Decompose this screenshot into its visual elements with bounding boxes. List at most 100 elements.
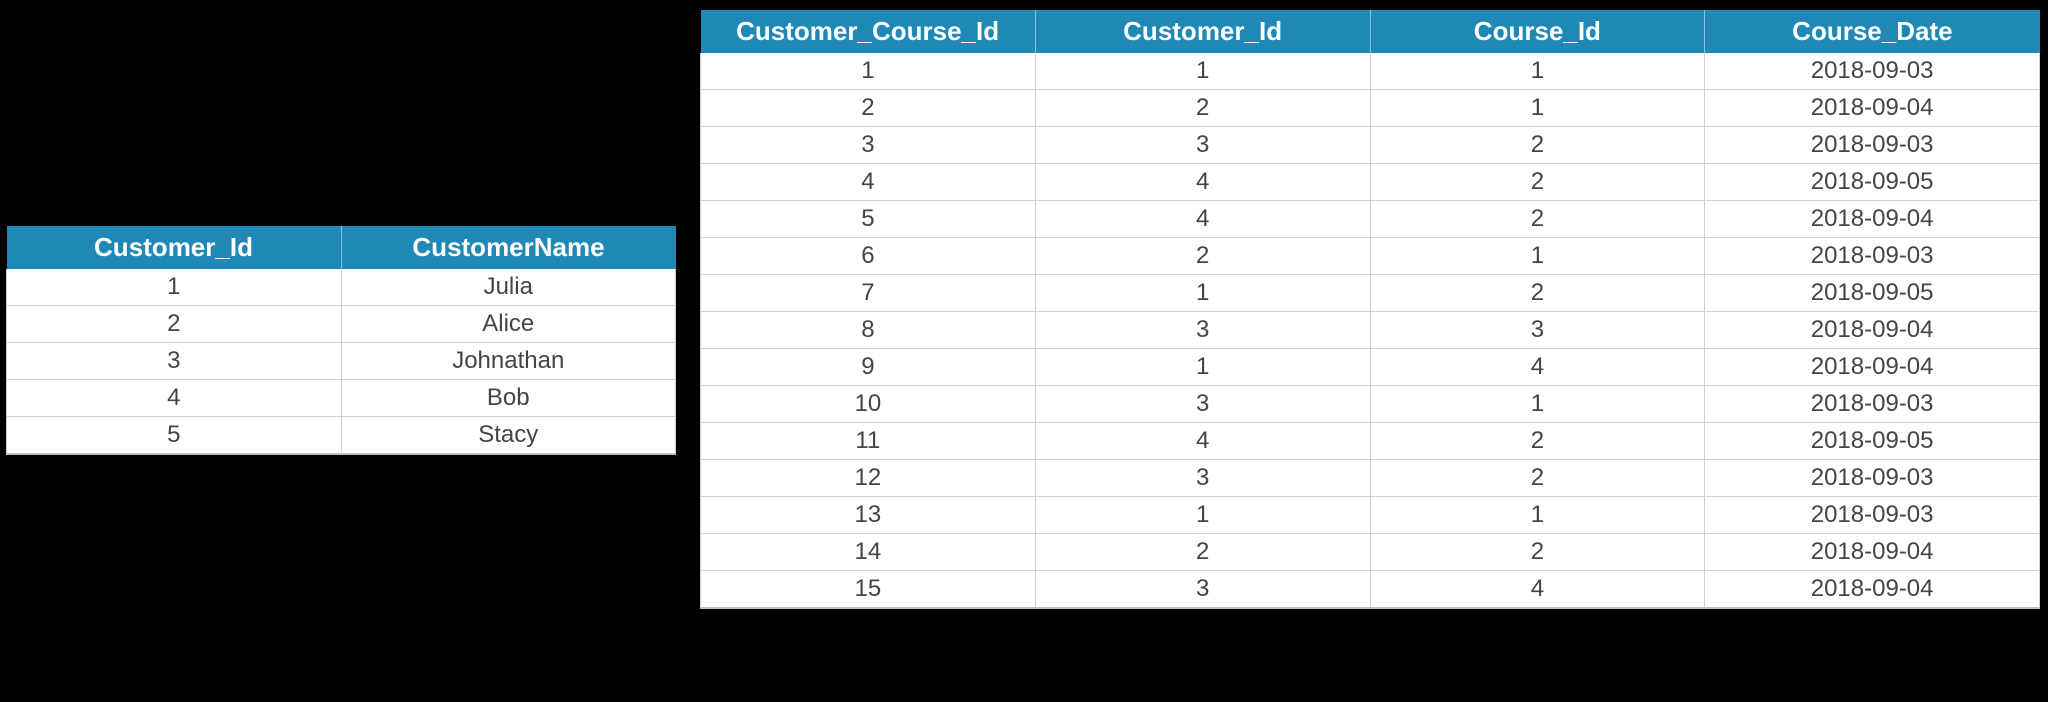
table-cell: 3 <box>1035 127 1370 164</box>
table-cell: 3 <box>1370 312 1705 349</box>
table-cell: 2 <box>1370 127 1705 164</box>
table-cell: 4 <box>1370 571 1705 609</box>
table-cell: 2018-09-04 <box>1705 349 2040 386</box>
table-cell: 2018-09-04 <box>1705 571 2040 609</box>
customer-course-table-head: Customer_Course_Id Customer_Id Course_Id… <box>701 10 2040 53</box>
table-cell: 2 <box>1370 275 1705 312</box>
table-cell: Johnathan <box>341 343 676 380</box>
table-cell: 3 <box>701 127 1036 164</box>
table-row: 13112018-09-03 <box>701 497 2040 534</box>
table-row: 4422018-09-05 <box>701 164 2040 201</box>
table-row: 3Johnathan <box>7 343 676 380</box>
table-cell: 2 <box>701 90 1036 127</box>
table-cell: 1 <box>1035 53 1370 90</box>
table-cell: 2018-09-03 <box>1705 497 2040 534</box>
table-row: 9142018-09-04 <box>701 349 2040 386</box>
table-cell: 2 <box>7 306 342 343</box>
table-cell: 10 <box>701 386 1036 423</box>
course-header-date: Course_Date <box>1705 10 2040 53</box>
table-cell: 13 <box>701 497 1036 534</box>
table-cell: 2018-09-03 <box>1705 386 2040 423</box>
table-cell: 2018-09-03 <box>1705 460 2040 497</box>
table-cell: 3 <box>1035 386 1370 423</box>
table-cell: 2018-09-05 <box>1705 423 2040 460</box>
table-cell: 5 <box>7 417 342 455</box>
table-cell: 1 <box>1370 53 1705 90</box>
table-row: 11422018-09-05 <box>701 423 2040 460</box>
table-cell: 11 <box>701 423 1036 460</box>
table-cell: 2 <box>1035 238 1370 275</box>
table-cell: 3 <box>7 343 342 380</box>
table-cell: 4 <box>1370 349 1705 386</box>
table-row: 7122018-09-05 <box>701 275 2040 312</box>
table-cell: 3 <box>1035 460 1370 497</box>
table-row: 2212018-09-04 <box>701 90 2040 127</box>
customers-table-head: Customer_Id CustomerName <box>7 226 676 269</box>
table-row: 5Stacy <box>7 417 676 455</box>
table-cell: 3 <box>1035 571 1370 609</box>
table-header-row: Customer_Course_Id Customer_Id Course_Id… <box>701 10 2040 53</box>
table-row: 10312018-09-03 <box>701 386 2040 423</box>
table-header-row: Customer_Id CustomerName <box>7 226 676 269</box>
table-cell: 4 <box>1035 423 1370 460</box>
table-cell: 1 <box>1370 497 1705 534</box>
table-cell: 2018-09-04 <box>1705 90 2040 127</box>
course-header-ccid: Customer_Course_Id <box>701 10 1036 53</box>
table-cell: 2 <box>1370 534 1705 571</box>
table-row: 2Alice <box>7 306 676 343</box>
table-cell: 6 <box>701 238 1036 275</box>
table-cell: 4 <box>1035 201 1370 238</box>
table-cell: 4 <box>1035 164 1370 201</box>
course-header-custid: Customer_Id <box>1035 10 1370 53</box>
table-cell: 8 <box>701 312 1036 349</box>
table-cell: Julia <box>341 269 676 306</box>
table-row: 5422018-09-04 <box>701 201 2040 238</box>
table-cell: 1 <box>1035 497 1370 534</box>
table-cell: 2 <box>1370 164 1705 201</box>
table-row: 1Julia <box>7 269 676 306</box>
table-cell: 1 <box>1035 275 1370 312</box>
page: Customer_Id CustomerName 1Julia2Alice3Jo… <box>0 0 2048 702</box>
customer-course-table: Customer_Course_Id Customer_Id Course_Id… <box>700 10 2040 609</box>
customers-table-body: 1Julia2Alice3Johnathan4Bob5Stacy <box>7 269 676 454</box>
table-cell: 2 <box>1370 460 1705 497</box>
table-cell: 9 <box>701 349 1036 386</box>
table-cell: 1 <box>1370 386 1705 423</box>
table-cell: 2018-09-05 <box>1705 275 2040 312</box>
table-cell: 1 <box>1035 349 1370 386</box>
table-row: 8332018-09-04 <box>701 312 2040 349</box>
table-cell: Bob <box>341 380 676 417</box>
table-cell: 2018-09-04 <box>1705 534 2040 571</box>
table-row: 6212018-09-03 <box>701 238 2040 275</box>
customers-header-id: Customer_Id <box>7 226 342 269</box>
table-cell: 3 <box>1035 312 1370 349</box>
table-cell: 2018-09-03 <box>1705 238 2040 275</box>
table-cell: 14 <box>701 534 1036 571</box>
table-cell: 2018-09-03 <box>1705 127 2040 164</box>
table-cell: 2 <box>1370 201 1705 238</box>
table-cell: 7 <box>701 275 1036 312</box>
table-cell: 12 <box>701 460 1036 497</box>
customer-course-table-body: 1112018-09-032212018-09-043322018-09-034… <box>701 53 2040 608</box>
customers-table: Customer_Id CustomerName 1Julia2Alice3Jo… <box>6 226 676 455</box>
table-cell: 5 <box>701 201 1036 238</box>
table-cell: 2018-09-04 <box>1705 201 2040 238</box>
table-cell: 15 <box>701 571 1036 609</box>
table-cell: 2 <box>1035 90 1370 127</box>
table-cell: 4 <box>701 164 1036 201</box>
table-row: 12322018-09-03 <box>701 460 2040 497</box>
table-cell: 2018-09-05 <box>1705 164 2040 201</box>
table-row: 15342018-09-04 <box>701 571 2040 609</box>
table-cell: 1 <box>1370 90 1705 127</box>
table-cell: 2 <box>1370 423 1705 460</box>
customers-header-name: CustomerName <box>341 226 676 269</box>
table-row: 3322018-09-03 <box>701 127 2040 164</box>
table-cell: 1 <box>701 53 1036 90</box>
table-row: 4Bob <box>7 380 676 417</box>
table-cell: 4 <box>7 380 342 417</box>
table-cell: Alice <box>341 306 676 343</box>
customers-table-container: Customer_Id CustomerName 1Julia2Alice3Jo… <box>6 226 676 455</box>
table-cell: Stacy <box>341 417 676 455</box>
table-cell: 2 <box>1035 534 1370 571</box>
customer-course-table-container: Customer_Course_Id Customer_Id Course_Id… <box>700 10 2040 609</box>
